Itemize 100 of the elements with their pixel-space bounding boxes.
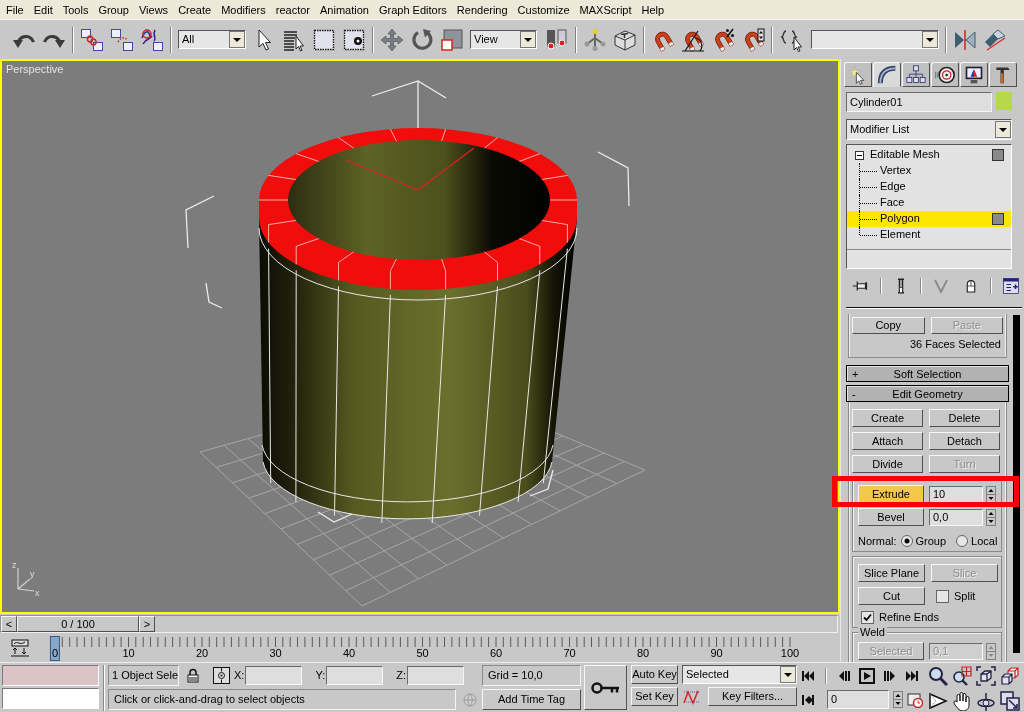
current-frame-field[interactable]: 0 — [827, 690, 889, 709]
checkbox[interactable] — [936, 589, 949, 603]
script-output-field[interactable] — [2, 688, 99, 709]
time-slider-track[interactable]: < 0 / 100 > — [0, 615, 838, 633]
create-tab[interactable] — [844, 62, 872, 87]
tool-button[interactable]: Divide — [852, 455, 923, 474]
mirror-icon[interactable] — [953, 27, 977, 52]
radio-button[interactable] — [900, 535, 913, 548]
unlink-icon[interactable] — [110, 27, 134, 52]
menu-item[interactable]: Animation — [315, 0, 374, 19]
menu-item[interactable]: Create — [173, 0, 217, 19]
go-to-start-icon[interactable] — [801, 669, 815, 683]
window-list-icon[interactable] — [1002, 277, 1020, 296]
motion-tab[interactable] — [931, 62, 959, 87]
magnifier-icon[interactable] — [928, 666, 948, 686]
modifier-list-dropdown[interactable]: Modifier List — [846, 119, 1012, 140]
hierarchy-tab[interactable] — [902, 62, 930, 87]
lock-icon[interactable] — [186, 668, 200, 683]
stack-subitem[interactable]: Vertex — [847, 163, 1011, 179]
object-name-field[interactable]: Cylinder01 — [846, 92, 992, 112]
orbit-icon[interactable] — [976, 691, 996, 711]
tool-button[interactable]: Attach — [852, 432, 923, 451]
time-slider-thumb[interactable]: 0 / 100 — [17, 616, 139, 632]
menu-item[interactable]: File — [1, 0, 29, 19]
dotted-rectangle-icon[interactable] — [312, 27, 336, 52]
spinner-arrows-icon[interactable] — [986, 508, 996, 526]
magnifier-grid-icon[interactable] — [952, 666, 972, 686]
set-keys-button[interactable] — [584, 665, 627, 710]
coordinate-field[interactable] — [326, 666, 384, 685]
menu-item[interactable]: Views — [133, 0, 174, 19]
circular-arrow-icon[interactable] — [410, 27, 434, 52]
align-icon[interactable] — [983, 27, 1007, 52]
play-icon[interactable] — [859, 668, 875, 684]
next-frame-button[interactable]: > — [139, 616, 155, 632]
wavy-lines-icon[interactable] — [140, 27, 164, 52]
menu-item[interactable]: Help — [636, 0, 670, 19]
tool-button[interactable]: Create — [852, 409, 923, 428]
braces-cursor-icon[interactable] — [779, 27, 805, 52]
auto-key-button[interactable]: Auto Key — [631, 665, 678, 684]
collapse-toggle-icon[interactable] — [855, 150, 864, 160]
manipulator-icon[interactable] — [583, 27, 607, 52]
menu-item[interactable]: Group — [93, 0, 134, 19]
menu-item[interactable]: Rendering — [451, 0, 513, 19]
radio-button[interactable] — [956, 535, 969, 548]
cylinder-mesh[interactable] — [258, 128, 578, 524]
tool-button[interactable]: Slice Plane — [858, 564, 925, 583]
coordinate-field[interactable] — [407, 666, 464, 685]
menu-item[interactable]: Tools — [57, 0, 94, 19]
coordinate-system-dropdown[interactable]: View — [470, 30, 537, 49]
add-time-tag-button[interactable]: Add Time Tag — [482, 689, 581, 710]
stack-subitem[interactable]: Polygon — [847, 211, 1011, 227]
tool-button[interactable]: Detach — [929, 432, 1000, 451]
selection-filter-dropdown[interactable]: All — [178, 30, 246, 49]
menu-item[interactable]: MAXScript — [574, 0, 637, 19]
spinner-field[interactable]: 10 — [929, 485, 983, 503]
menu-item[interactable]: reactor — [270, 0, 316, 19]
scale-icon[interactable] — [440, 27, 464, 52]
stack-subitem[interactable]: Edge — [847, 179, 1011, 195]
menu-item[interactable]: Graph Editors — [373, 0, 452, 19]
key-filters-button[interactable]: Key Filters... — [708, 687, 797, 706]
coordinate-field[interactable] — [245, 666, 303, 685]
script-input-field[interactable] — [2, 665, 99, 686]
previous-frame-button[interactable]: < — [1, 616, 17, 632]
display-tab[interactable] — [960, 62, 988, 87]
four-way-arrow-icon[interactable] — [380, 27, 404, 52]
modify-tab[interactable] — [873, 62, 901, 87]
key-mode-dropdown[interactable]: Selected — [682, 665, 797, 684]
box-icon[interactable] — [613, 27, 637, 52]
stack-subitem[interactable]: Face — [847, 195, 1011, 211]
menu-item[interactable]: Edit — [28, 0, 58, 19]
utilities-tab[interactable] — [989, 62, 1017, 87]
tool-button[interactable]: Bevel — [858, 508, 924, 527]
stack-subitem[interactable]: Element — [847, 227, 1011, 243]
hand-icon[interactable] — [952, 691, 972, 711]
spinner-field[interactable]: 0,0 — [929, 508, 983, 526]
set-key-button[interactable]: Set Key — [631, 687, 678, 706]
menu-item[interactable]: Modifiers — [216, 0, 271, 19]
time-marker[interactable]: 0 — [49, 636, 61, 661]
go-to-end-icon[interactable] — [905, 669, 919, 683]
tool-button[interactable]: Delete — [929, 409, 1000, 428]
named-selection-dropdown[interactable] — [811, 30, 939, 49]
previous-frame-icon[interactable] — [837, 669, 851, 683]
maximize-icon[interactable] — [1000, 691, 1020, 711]
cubes-icon[interactable] — [1000, 666, 1020, 686]
curve-editor-icon[interactable] — [10, 639, 30, 657]
rollout-header[interactable]: - Edit Geometry — [846, 385, 1009, 403]
menu-item[interactable]: Customize — [512, 0, 575, 19]
stack-item[interactable]: Editable Mesh — [847, 147, 1011, 163]
checkbox[interactable] — [861, 610, 874, 624]
key-mode-toggle-icon[interactable] — [801, 692, 815, 707]
tool-button[interactable]: Extrude — [858, 485, 924, 504]
spinner-arrows-icon[interactable] — [986, 485, 996, 503]
spinner-arrows-icon[interactable] — [893, 691, 903, 708]
cube-brackets-icon[interactable] — [976, 666, 996, 686]
scrollbar[interactable] — [1013, 315, 1020, 654]
time-configuration-icon[interactable] — [907, 691, 923, 708]
rollout-header[interactable]: + Soft Selection — [846, 365, 1009, 383]
link-icon[interactable] — [80, 27, 104, 52]
color-swatch-icon[interactable] — [996, 92, 1012, 110]
next-frame-icon[interactable] — [883, 669, 897, 683]
